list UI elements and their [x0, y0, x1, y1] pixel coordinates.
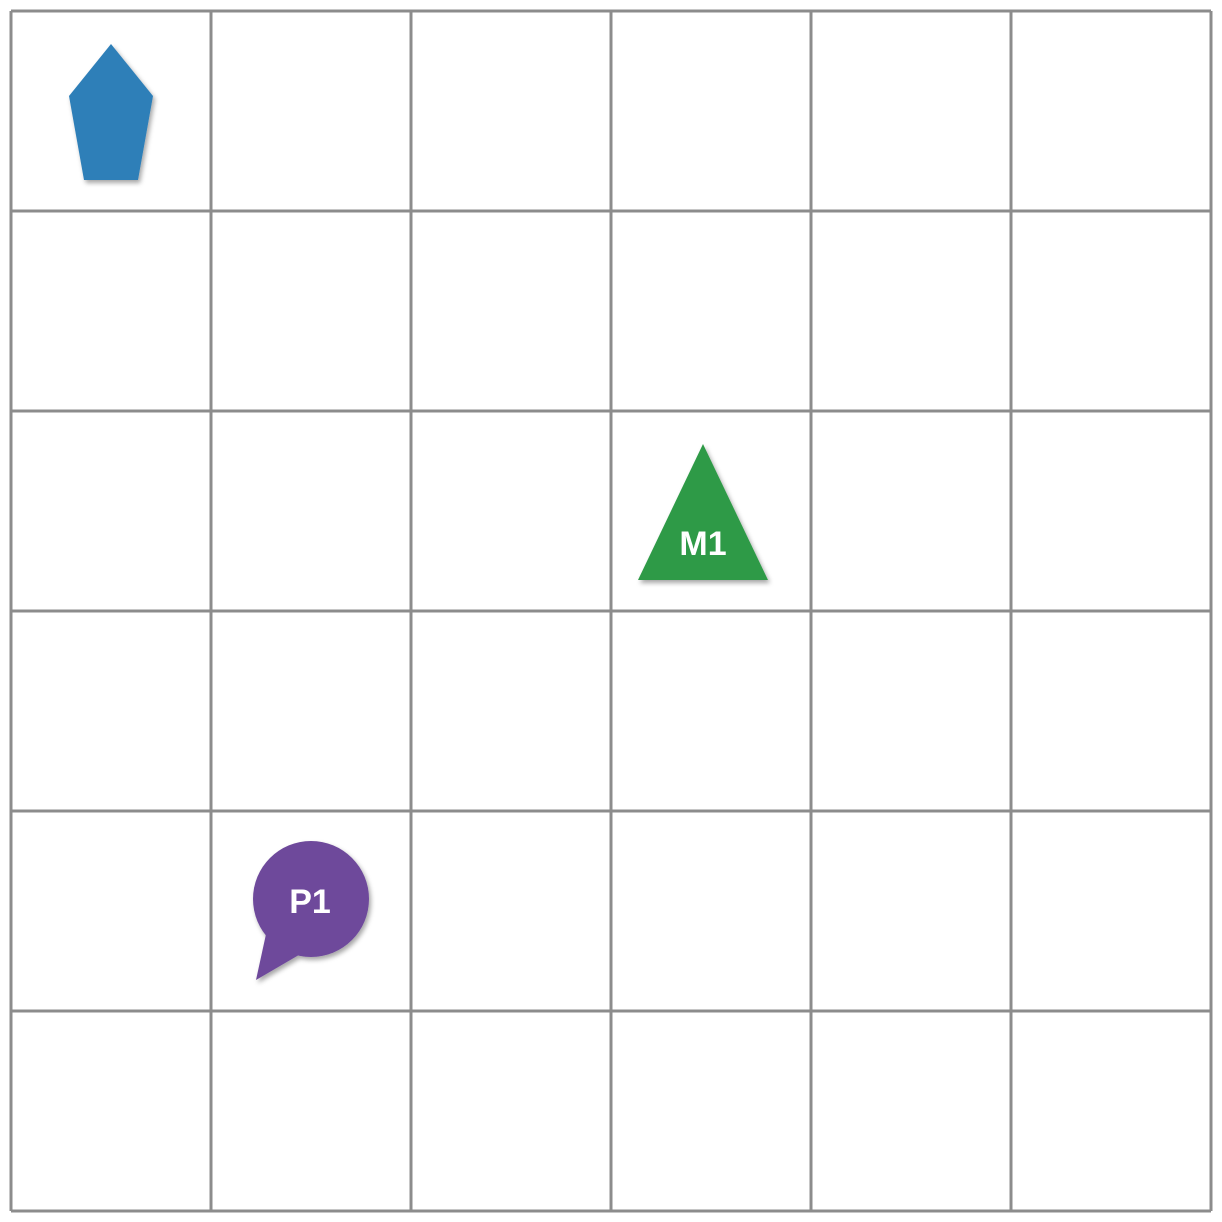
- p1-label: P1: [289, 883, 331, 921]
- board-grid: [9, 9, 1213, 1213]
- pentagon-piece[interactable]: [69, 44, 153, 180]
- pentagon-icon: [69, 44, 153, 180]
- game-board: M1 P1: [9, 9, 1213, 1213]
- m1-label: M1: [679, 525, 726, 563]
